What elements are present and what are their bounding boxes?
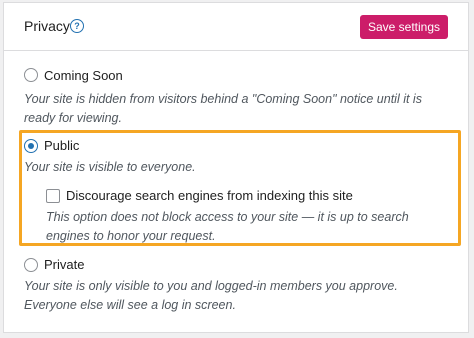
- public-label[interactable]: Public: [44, 138, 79, 153]
- public-radio[interactable]: [24, 139, 38, 153]
- discourage-search-engines-checkbox[interactable]: [46, 189, 60, 203]
- card-header: Privacy ? Save settings: [4, 3, 468, 51]
- coming-soon-radio[interactable]: [24, 68, 38, 82]
- discourage-search-engines-label[interactable]: Discourage search engines from indexing …: [66, 188, 353, 203]
- private-radio[interactable]: [24, 258, 38, 272]
- coming-soon-description: Your site is hidden from visitors behind…: [24, 92, 422, 125]
- coming-soon-label[interactable]: Coming Soon: [44, 68, 123, 83]
- discourage-search-engines-description: This option does not block access to you…: [46, 210, 409, 243]
- privacy-settings-card: Privacy ? Save settings Coming Soon Your…: [3, 2, 469, 333]
- section-title: Privacy: [24, 18, 70, 34]
- private-description: Your site is only visible to you and log…: [24, 279, 398, 312]
- public-description: Your site is visible to everyone.: [24, 160, 196, 174]
- help-icon[interactable]: ?: [70, 19, 84, 33]
- save-settings-button[interactable]: Save settings: [359, 15, 448, 39]
- private-label[interactable]: Private: [44, 257, 84, 272]
